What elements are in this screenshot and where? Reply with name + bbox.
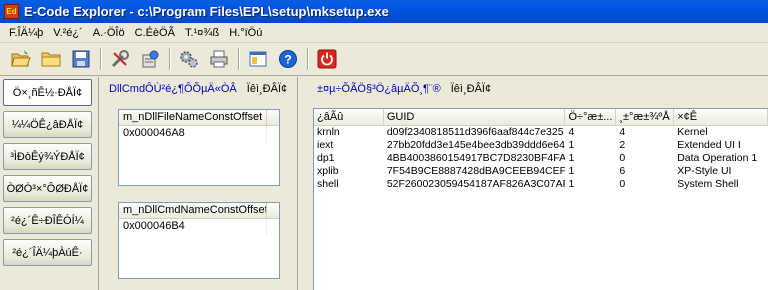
cell-name: shell [317,178,339,190]
dll-cmd-link[interactable]: DllCmdÔÙ²é¿¶ÔÕµÄ«ÒÂ [109,83,237,95]
window-icon [249,51,267,67]
menu-file[interactable]: F.ÎÄ¼þ [4,27,48,39]
nav-button-library-info[interactable]: ¼¼ÖÊ¿âÐÅÏ¢ [3,111,92,138]
cell-guid: 27bb20fdd3e145e4bee3db39ddd6e64c [386,139,566,151]
help-icon: ? [279,50,297,68]
column-header-guid[interactable]: GUID [384,109,566,125]
cell-guid: 7F54B9CE8887428dBA9CEEB94CEF4... [386,165,566,177]
menu-tools[interactable]: T.¹¤¾ß [180,27,224,39]
column-header-minor-version[interactable]: ¸±°æ±¾ºÅ [616,109,675,125]
dll-file-name-value: 0x000046A8 [119,126,267,142]
app-icon: Ed [4,4,19,19]
column-header-major-version[interactable]: Ö÷°æ±... [565,109,617,125]
cell-remark: Data Operation 1 [677,152,758,164]
cell-remark: XP-Style UI [677,165,732,177]
toolbar: ? [0,43,768,76]
cell-guid: 4BB4003860154917BC7D8230BF4FA5... [386,152,566,164]
folder-icon [41,52,61,67]
splitter-left[interactable] [98,77,99,290]
title-bar: Ed E-Code Explorer - c:\Program Files\EP… [0,0,768,23]
cell-minor-version: 0 [619,178,626,190]
toolbar-separator [307,48,309,70]
menu-view[interactable]: V.²é¿´ [48,27,88,39]
cell-major-version: 1 [568,152,575,164]
support-library-panel: ±¤µ÷ÕÃÖ§³Ö¿âµÄÕ¸¶¨® Ïêì¸ÐÂÏ¢ ¿âÃû GUID Ö… [300,77,768,290]
cell-name: iext [317,139,334,151]
settings-button[interactable] [137,46,163,72]
table-row[interactable]: dp1 4BB4003860154917BC7D8230BF4FA5... 1 … [314,152,768,165]
gears-button[interactable] [176,46,202,72]
window-button[interactable] [245,46,271,72]
cell-guid: d09f2340818511d396f6aaf844c7e325 [386,126,564,138]
dll-file-name-box: m_nDllFileNameConstOffset 0x000046A8 [118,109,280,186]
library-table: ¿âÃû GUID Ö÷°æ±... ¸±°æ±¾ºÅ ×¢Ê krnln d0… [313,108,768,290]
cell-remark: Extended UI I [677,139,741,151]
support-library-link[interactable]: ±¤µ÷ÕÃÖ§³Ö¿âµÄÕ¸¶¨® [317,83,441,95]
open-folder-icon [11,50,31,67]
support-library-detail-label: Ïêì¸ÐÂÏ¢ [450,83,492,95]
save-disk-icon [72,50,90,68]
cell-major-version: 1 [568,139,575,151]
column-header-remark[interactable]: ×¢Ê [674,109,768,125]
nav-button-tree-view[interactable]: ²é¿´Ê÷ÐÎÊÓÍ¼ [3,207,92,234]
list-item[interactable]: 0x000046A8 [119,126,279,142]
support-library-header: ±¤µ÷ÕÃÖ§³Ö¿âµÄÕ¸¶¨® Ïêì¸ÐÂÏ¢ [300,77,768,101]
toolbar-separator [100,48,102,70]
nav-button-page-load[interactable]: ÒØÒ³×°ÔØÐÅÏ¢ [3,175,92,202]
power-icon [317,49,337,69]
table-row[interactable]: shell 52F260023059454187AF826A3C07AF2A 1… [314,178,768,191]
save-button[interactable] [68,46,94,72]
dll-file-name-column[interactable]: m_nDllFileNameConstOffset [119,110,267,125]
cell-name: krnln [317,126,340,138]
help-button[interactable]: ? [275,46,301,72]
list-item[interactable]: 0x000046B4 [119,219,279,235]
table-header: ¿âÃû GUID Ö÷°æ±... ¸±°æ±¾ºÅ ×¢Ê [314,109,768,126]
svg-text:?: ? [284,53,291,67]
cell-major-version: 1 [568,165,575,177]
table-row[interactable]: krnln d09f2340818511d396f6aaf844c7e325 4… [314,126,768,139]
folder-button[interactable] [38,46,64,72]
cell-minor-version: 4 [619,126,626,138]
cell-minor-version: 6 [619,165,626,177]
tools-button[interactable] [107,46,133,72]
printer-icon [210,50,228,68]
left-nav: Ö×¸ñÊ½·ÐÅÏ¢ ¼¼ÖÊ¿âÐÅÏ¢ ³ÌÐòÊý¾ÝÐÅÏ¢ ÒØÒ³… [0,77,97,290]
cell-guid: 52F260023059454187AF826A3C07AF2A [386,178,566,190]
dll-cmd-name-box: m_nDllCmdNameConstOffset 0x000046B4 [118,202,280,279]
splitter-right[interactable] [297,77,298,290]
dll-cmd-panel: DllCmdÔÙ²é¿¶ÔÕµÄ«ÒÂ Ïêì¸ÐÂÏ¢ m_nDllFileN… [104,77,294,290]
menu-settings[interactable]: C.ÉèÖÃ [130,27,180,39]
gears-icon [180,51,198,68]
dll-cmd-name-column[interactable]: m_nDllCmdNameConstOffset [119,203,267,218]
dll-cmd-detail-label: Ïêì¸ÐÂÏ¢ [246,83,288,95]
cell-minor-version: 2 [619,139,626,151]
cell-minor-version: 0 [619,152,626,164]
table-row[interactable]: xplib 7F54B9CE8887428dBA9CEEB94CEF4... 1… [314,165,768,178]
window-title: E-Code Explorer - c:\Program Files\EPL\s… [24,4,389,19]
cell-major-version: 1 [568,178,575,190]
dll-cmd-header: DllCmdÔÙ²é¿¶ÔÕµÄ«ÒÂ Ïêì¸ÐÂÏ¢ [104,77,294,101]
cell-remark: Kernel [677,126,708,138]
dll-cmd-name-value: 0x000046B4 [119,219,267,235]
print-button[interactable] [206,46,232,72]
cell-name: dp1 [317,152,335,164]
nav-button-file-history[interactable]: ²é¿´ÎÄ¼þÀúÊ· [3,239,92,266]
table-row[interactable]: iext 27bb20fdd3e145e4bee3db39ddd6e64c 1 … [314,139,768,152]
nav-button-format-info[interactable]: Ö×¸ñÊ½·ÐÅÏ¢ [3,79,92,106]
menu-bar: F.ÎÄ¼þ V.²é¿´ A.·ÖÎö C.ÉèÖÃ T.¹¤¾ß H.°ïÖ… [0,23,768,43]
power-button[interactable] [314,46,340,72]
toolbar-separator [238,48,240,70]
settings-icon [142,50,159,68]
column-header-name[interactable]: ¿âÃû [314,109,384,125]
tools-icon [111,50,129,68]
nav-button-program-data[interactable]: ³ÌÐòÊý¾ÝÐÅÏ¢ [3,143,92,170]
cell-name: xplib [317,165,339,177]
cell-major-version: 4 [568,126,575,138]
open-folder-button[interactable] [8,46,34,72]
menu-analyze[interactable]: A.·ÖÎö [88,27,130,39]
cell-remark: System Shell [677,178,739,190]
menu-help[interactable]: H.°ïÖú [224,27,267,39]
toolbar-separator [169,48,171,70]
